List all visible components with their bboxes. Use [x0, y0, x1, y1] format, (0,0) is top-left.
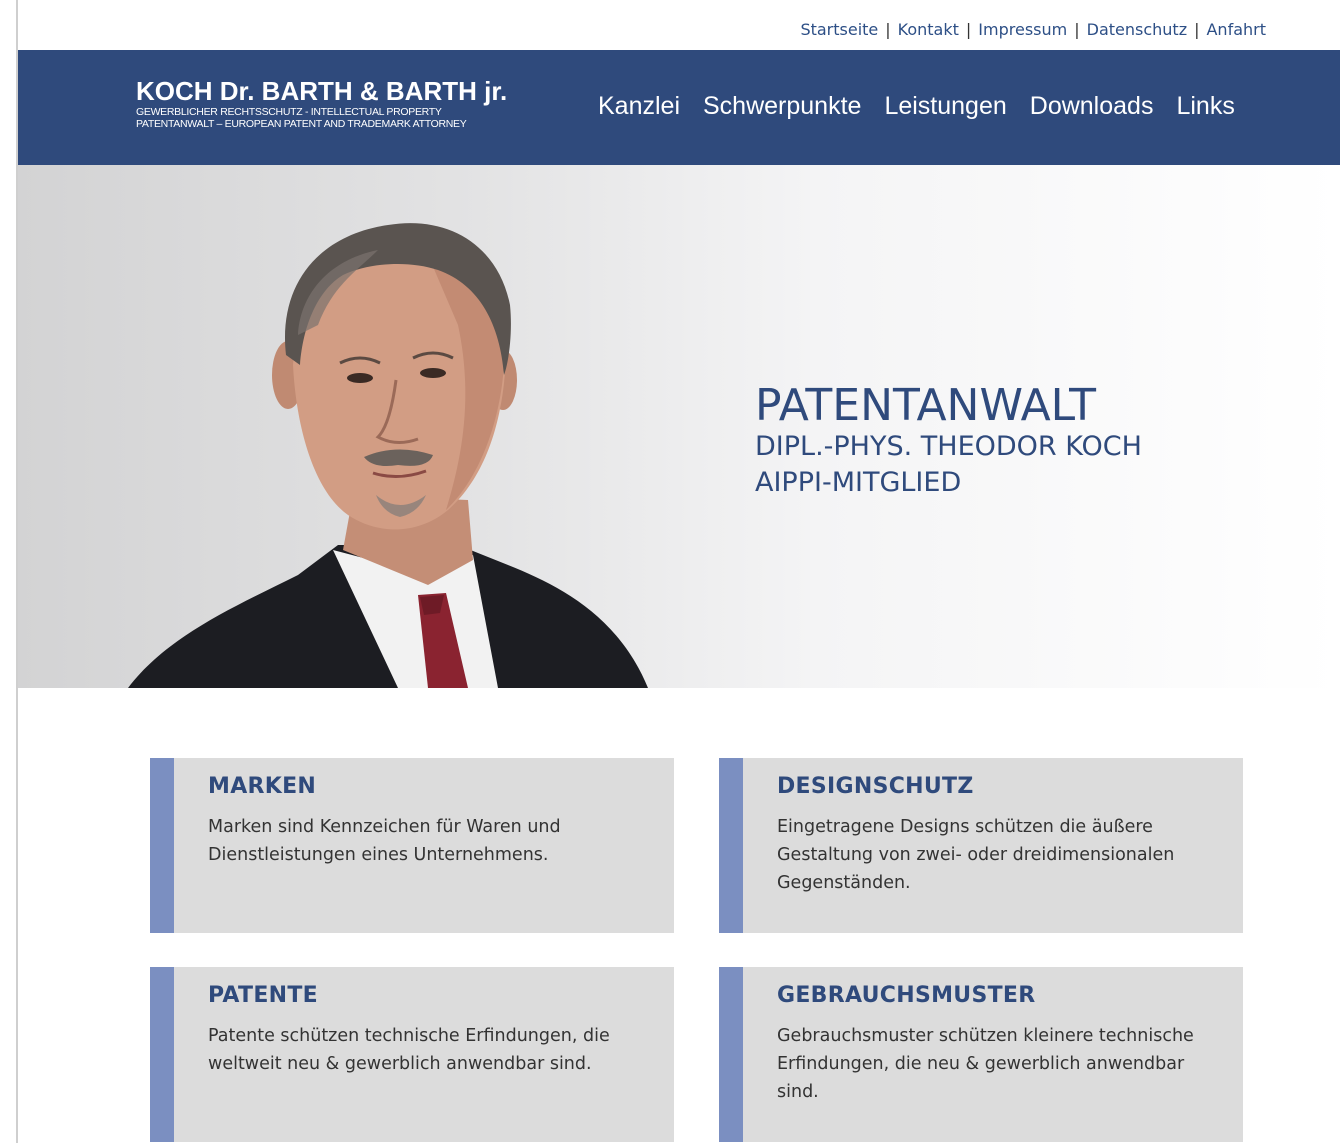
util-link-datenschutz[interactable]: Datenschutz	[1087, 20, 1187, 39]
card-text: Eingetragene Designs schützen die äußere…	[777, 817, 1175, 893]
util-separator: |	[885, 20, 891, 39]
main-nav: Kanzlei Schwerpunkte Leistungen Download…	[598, 92, 1235, 121]
page: Startseite | Kontakt | Impressum | Datenschutz…	[0, 0, 1340, 1143]
card-accent-bar	[150, 967, 174, 1142]
hero-membership: AIPPI-MITGLIED	[755, 467, 962, 498]
nav-item-links[interactable]: Links	[1176, 92, 1234, 121]
util-link-anfahrt[interactable]: Anfahrt	[1206, 20, 1266, 39]
util-separator: |	[1074, 20, 1080, 39]
logo-subline-2: PATENTANWALT – EUROPEAN PATENT AND TRADE…	[136, 118, 467, 130]
card-patente[interactable]: PATENTE Patente schützen technische Erfi…	[150, 967, 674, 1142]
card-accent-bar	[719, 758, 743, 933]
card-designschutz[interactable]: DESIGNSCHUTZ Eingetragene Designs schütz…	[719, 758, 1243, 933]
portrait-photo	[128, 223, 648, 688]
card-accent-bar	[150, 758, 174, 933]
util-link-kontakt[interactable]: Kontakt	[898, 20, 959, 39]
header-bar: KOCH Dr. BARTH & BARTH jr. GEWERBLICHER …	[18, 50, 1340, 165]
hero-text: PATENTANWALT DIPL.-PHYS. THEODOR KOCH AI…	[755, 383, 1142, 501]
util-link-impressum[interactable]: Impressum	[978, 20, 1067, 39]
nav-item-downloads[interactable]: Downloads	[1030, 92, 1154, 121]
card-text: Patente schützen technische Erfindungen,…	[208, 1026, 610, 1074]
card-title: DESIGNSCHUTZ	[777, 774, 974, 799]
nav-item-schwerpunkte[interactable]: Schwerpunkte	[703, 92, 861, 121]
util-link-startseite[interactable]: Startseite	[800, 20, 878, 39]
logo-subline-1: GEWERBLICHER RECHTSSCHUTZ - INTELLECTUAL…	[136, 106, 442, 118]
nav-item-kanzlei[interactable]: Kanzlei	[598, 92, 680, 121]
site-logo[interactable]: KOCH Dr. BARTH & BARTH jr. GEWERBLICHER …	[136, 76, 507, 130]
hero-title: PATENTANWALT	[755, 380, 1096, 431]
card-accent-bar	[719, 967, 743, 1142]
card-text: Marken sind Kennzeichen für Waren und Di…	[208, 817, 561, 865]
hero-subtitle: DIPL.-PHYS. THEODOR KOCH	[755, 431, 1142, 462]
util-separator: |	[965, 20, 972, 39]
card-title: MARKEN	[208, 774, 317, 799]
card-title: PATENTE	[208, 983, 319, 1008]
hero-banner: PATENTANWALT DIPL.-PHYS. THEODOR KOCH AI…	[18, 165, 1340, 688]
card-text: Gebrauchsmuster schützen kleinere techni…	[777, 1026, 1194, 1102]
nav-item-leistungen[interactable]: Leistungen	[884, 92, 1006, 121]
card-title: GEBRAUCHSMUSTER	[777, 983, 1036, 1008]
logo-title: KOCH Dr. BARTH & BARTH jr.	[136, 76, 508, 106]
util-separator: |	[1194, 20, 1200, 39]
utility-nav: Startseite | Kontakt | Impressum | Datenschutz…	[800, 20, 1266, 39]
card-gebrauchsmuster[interactable]: GEBRAUCHSMUSTER Gebrauchsmuster schützen…	[719, 967, 1243, 1142]
card-marken[interactable]: MARKEN Marken sind Kennzeichen für Waren…	[150, 758, 674, 933]
